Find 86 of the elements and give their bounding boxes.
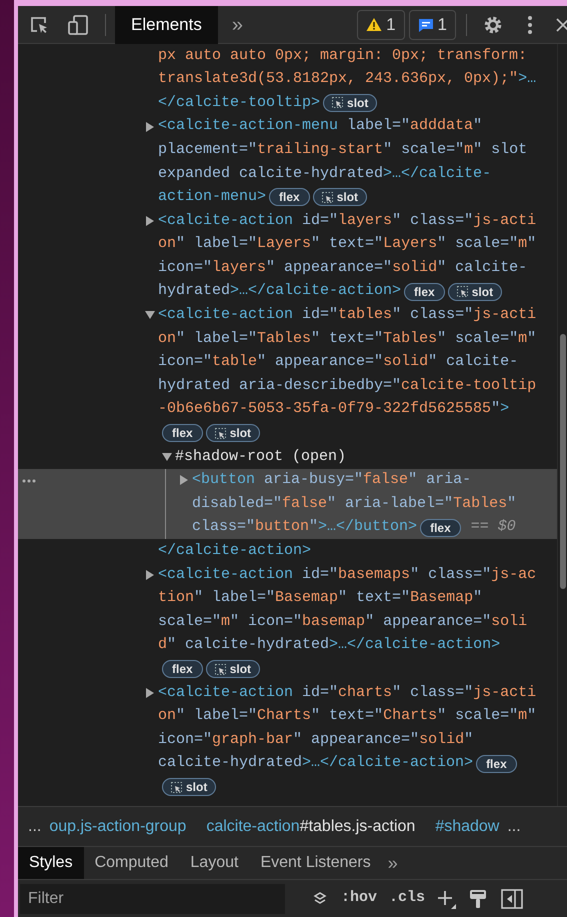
flex-badge[interactable]: flex xyxy=(162,660,203,678)
code-text: icon="layers" appearance="solid" calcite- xyxy=(158,258,528,278)
sidebar-tab[interactable]: Event Listeners xyxy=(249,846,382,880)
paint-brush-icon[interactable] xyxy=(469,888,488,908)
code-text: <calcite-action-menu label="adddata" xyxy=(158,116,482,136)
cls-button[interactable]: .cls xyxy=(389,887,426,910)
selected-node-marker: == $0 xyxy=(470,517,516,538)
scrollbar[interactable] xyxy=(557,44,567,806)
breadcrumb-overflow[interactable]: ... xyxy=(18,814,50,838)
more-tabs-button[interactable]: » xyxy=(232,10,243,40)
slot-badge[interactable]: slot xyxy=(162,778,216,796)
slot-icon[interactable] xyxy=(171,782,182,793)
slot-badge[interactable]: slot xyxy=(206,424,260,442)
code-text: placement="trailing-start" scale="m" slot xyxy=(158,140,528,160)
flex-badge[interactable]: flex xyxy=(404,282,445,301)
slot-icon[interactable] xyxy=(322,192,333,203)
expand-triangle-icon[interactable] xyxy=(180,475,188,486)
inspect-icon[interactable] xyxy=(29,14,49,34)
expand-triangle-icon[interactable] xyxy=(146,688,154,698)
collapse-triangle-icon[interactable] xyxy=(145,311,155,320)
code-text: on" label="Charts" text="Charts" scale="m" xyxy=(158,706,536,726)
warnings-button[interactable]: 1 xyxy=(357,10,405,40)
code-text: class="button">…</button> xyxy=(192,517,418,538)
device-toolbar-icon[interactable] xyxy=(67,14,89,36)
breadcrumb[interactable]: calcite-action#tables.js-action xyxy=(206,807,416,846)
flex-badge[interactable]: flex xyxy=(476,754,517,773)
code-text: <calcite-action id="charts" class="js-acti xyxy=(158,682,536,703)
code-text: -0b6e6b67-5053-35fa-0f79-322fd5625585"> xyxy=(158,399,510,420)
close-icon[interactable] xyxy=(555,16,567,32)
slot-badge[interactable]: slot xyxy=(206,660,260,678)
code-text: <calcite-action id="basemaps" class="js-ac xyxy=(158,564,536,585)
more-options-icon[interactable] xyxy=(527,14,533,34)
slot-badge[interactable]: slot xyxy=(323,94,378,112)
expand-triangle-icon[interactable] xyxy=(146,570,154,580)
message-icon[interactable] xyxy=(418,16,434,32)
code-text: hydrated aria-describedby="calcite-tooltip xyxy=(158,376,536,396)
breadcrumb[interactable]: #shadow xyxy=(435,807,500,846)
shadow-root-label: #shadow-root (open) xyxy=(175,446,346,467)
slot-icon[interactable] xyxy=(332,97,344,108)
code-text: translate3d(53.8182px, 243.636px, 0px);">… xyxy=(158,69,536,90)
code-text: <calcite-action id="tables" class="js-acti xyxy=(158,305,536,326)
flex-badge[interactable]: flex xyxy=(269,188,310,206)
code-text: <calcite-action id="layers" class="js-acti xyxy=(158,210,536,231)
scrollbar-thumb[interactable] xyxy=(560,334,566,589)
slot-icon[interactable] xyxy=(214,664,226,675)
code-text: d" calcite-hydrated>…</calcite-action> xyxy=(158,635,500,656)
code-text: icon="graph-bar" appearance="solid" xyxy=(158,730,474,750)
flex-badge[interactable]: flex xyxy=(420,518,461,537)
more-tabs-button[interactable]: » xyxy=(388,850,398,876)
flex-badge[interactable]: flex xyxy=(162,424,203,442)
more-icon[interactable] xyxy=(22,478,36,483)
slot-icon[interactable] xyxy=(456,286,468,298)
expand-triangle-icon[interactable] xyxy=(146,122,154,132)
code-text: icon="table" appearance="solid" calcite- xyxy=(158,352,518,372)
code-text: on" label="Layers" text="Layers" scale="m" xyxy=(158,234,536,254)
expand-triangle-icon[interactable] xyxy=(146,216,154,226)
code-text: action-menu> xyxy=(158,187,266,208)
hov-button[interactable]: :hov xyxy=(341,887,378,910)
code-text: disabled="false" aria-label="Tables" xyxy=(192,494,516,514)
panel-tab[interactable]: Elements xyxy=(115,6,218,44)
new-rule-icon[interactable] xyxy=(437,888,458,908)
sidebar-tab[interactable]: Layout xyxy=(179,846,250,880)
code-text: tion" label="Basemap" text="Basemap" xyxy=(158,588,482,608)
code-text: hydrated>…</calcite-action> xyxy=(158,281,402,302)
filter-field[interactable]: Filter xyxy=(20,884,285,914)
sidebar-tab[interactable]: Styles xyxy=(18,846,84,880)
settings-icon[interactable] xyxy=(483,14,503,34)
slot-badge[interactable]: slot xyxy=(448,282,502,301)
code-text: on" label="Tables" text="Tables" scale="m" xyxy=(158,328,536,349)
code-text: px auto auto 0px; margin: 0px; transform: xyxy=(158,46,528,66)
sidebar-toggle-icon[interactable] xyxy=(501,888,524,908)
messages-button[interactable]: 1 xyxy=(408,10,456,40)
layers-icon[interactable] xyxy=(313,892,327,906)
breadcrumb-overflow[interactable]: ... xyxy=(507,814,521,838)
code-text: </calcite-tooltip> xyxy=(158,92,320,113)
code-text: scale="m" icon="basemap" appearance="soli xyxy=(158,612,528,632)
breadcrumb[interactable]: oup.js-action-group xyxy=(49,807,186,846)
warning-icon[interactable] xyxy=(366,17,382,32)
code-text: <button aria-busy="false" aria- xyxy=(192,470,472,490)
code-text: </calcite-action> xyxy=(158,541,312,562)
code-text: calcite-hydrated>…</calcite-action> xyxy=(158,753,474,774)
collapse-triangle-icon[interactable] xyxy=(162,452,172,461)
slot-badge[interactable]: slot xyxy=(312,188,368,206)
code-text: expanded calcite-hydrated>…</calcite- xyxy=(158,164,492,184)
sidebar-tab[interactable]: Computed xyxy=(84,846,180,880)
slot-icon[interactable] xyxy=(214,428,226,439)
